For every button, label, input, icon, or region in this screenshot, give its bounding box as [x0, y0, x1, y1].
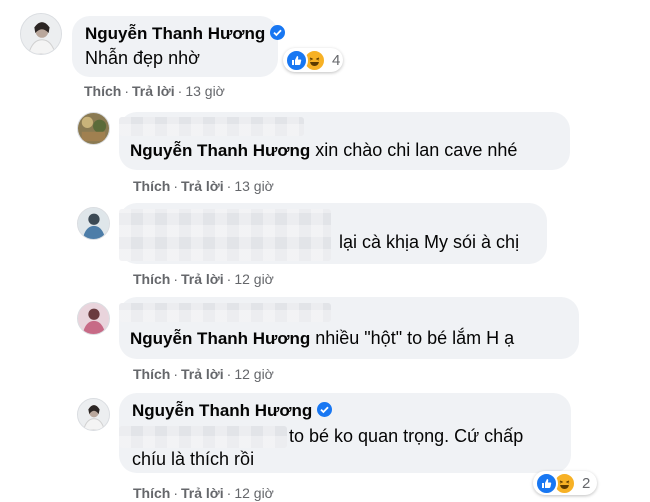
- comment-text-line1: to bé ko quan trọng. Cứ chấp: [289, 426, 524, 446]
- like-icon: [535, 471, 558, 495]
- avatar-photo: [21, 14, 61, 54]
- avatar[interactable]: [77, 112, 110, 145]
- avatar[interactable]: [77, 398, 110, 431]
- comment-bubble: Nguyễn Thanh Hương xin chào chi lan cave…: [119, 112, 570, 170]
- comment-text: nhiều "hột" to bé lắm H ạ: [315, 328, 515, 348]
- comment-author[interactable]: Nguyễn Thanh Hương: [132, 401, 312, 420]
- reaction-count: 2: [582, 474, 591, 492]
- redacted-name: [119, 303, 331, 322]
- like-link[interactable]: Thích: [84, 83, 121, 99]
- comment-timestamp[interactable]: 13 giờ: [234, 178, 274, 194]
- comment-actions: Thích · Trả lời · 13 giờ: [133, 178, 274, 194]
- like-icon: [285, 48, 308, 72]
- reply-link[interactable]: Trả lời: [181, 366, 224, 382]
- like-link[interactable]: Thích: [133, 485, 170, 501]
- reply-link[interactable]: Trả lời: [181, 178, 224, 194]
- like-link[interactable]: Thích: [133, 178, 170, 194]
- verified-badge-icon: [270, 25, 286, 40]
- redacted-name: [119, 209, 331, 261]
- redacted-mention: [119, 426, 287, 448]
- comment-text: Nhẫn đẹp nhờ: [85, 48, 200, 68]
- comment-text-line2: chíu là thích rồi: [132, 449, 255, 469]
- like-link[interactable]: Thích: [133, 271, 170, 287]
- comment-timestamp[interactable]: 12 giờ: [234, 366, 274, 382]
- reply-link[interactable]: Trả lời: [181, 271, 224, 287]
- comment-actions: Thích · Trả lời · 12 giờ: [133, 366, 274, 382]
- comment-timestamp[interactable]: 12 giờ: [234, 271, 274, 287]
- comment-author[interactable]: Nguyễn Thanh Hương: [85, 24, 265, 43]
- reply-link[interactable]: Trả lời: [132, 83, 175, 99]
- comment-text: lại cà khịa My sói à chị: [339, 232, 520, 252]
- comment-actions: Thích · Trả lời · 12 giờ: [133, 271, 274, 287]
- mention-tag[interactable]: Nguyễn Thanh Hương: [130, 141, 310, 160]
- reaction-summary[interactable]: 2: [533, 471, 597, 495]
- comment-timestamp[interactable]: 13 giờ: [185, 83, 225, 99]
- redacted-name: [119, 117, 304, 136]
- comment-actions: Thích · Trả lời · 13 giờ: [84, 83, 225, 99]
- avatar[interactable]: [77, 207, 110, 240]
- comment-bubble: Nguyễn Thanh Hương Nhẫn đẹp nhờ: [72, 16, 286, 77]
- comment-bubble: lại cà khịa My sói à chị: [119, 203, 547, 264]
- avatar-photo: [78, 113, 109, 144]
- reply-link[interactable]: Trả lời: [181, 485, 224, 501]
- comment-actions: Thích · Trả lời · 12 giờ: [133, 485, 274, 501]
- avatar-photo: [78, 208, 109, 239]
- comment-text: xin chào chi lan cave nhé: [315, 140, 518, 160]
- reaction-count: 4: [332, 51, 341, 69]
- verified-badge-icon: [317, 402, 333, 417]
- avatar-photo: [78, 399, 109, 430]
- avatar[interactable]: [77, 302, 110, 335]
- comment-bubble: Nguyễn Thanh Hương nhiều "hột" to bé lắm…: [119, 297, 579, 359]
- reaction-summary[interactable]: 4: [283, 48, 343, 72]
- like-link[interactable]: Thích: [133, 366, 170, 382]
- comment-timestamp[interactable]: 12 giờ: [234, 485, 274, 501]
- mention-tag[interactable]: Nguyễn Thanh Hương: [130, 329, 310, 348]
- comment-bubble: Nguyễn Thanh Hương to bé ko quan trọng. …: [119, 393, 571, 473]
- avatar[interactable]: [20, 13, 62, 55]
- avatar-photo: [78, 303, 109, 334]
